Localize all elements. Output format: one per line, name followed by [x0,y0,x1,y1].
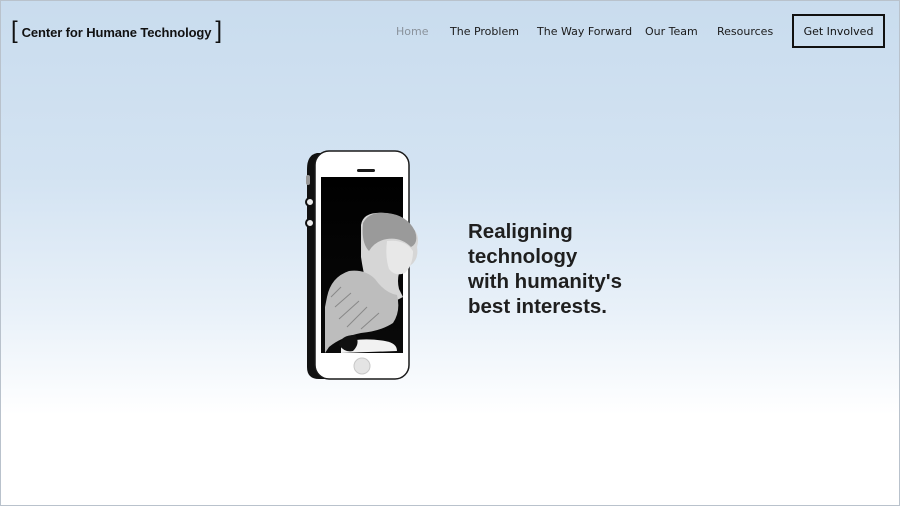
nav-our-team[interactable]: Our Team [645,25,698,38]
nav-the-way-forward[interactable]: The Way Forward [537,25,632,38]
hero-headline: Realigning technology with humanity's be… [468,220,623,318]
get-involved-button[interactable]: Get Involved [792,14,885,48]
main-nav: Home The Problem The Way Forward Our Tea… [1,25,899,41]
nav-resources[interactable]: Resources [717,25,773,38]
nav-home[interactable]: Home [396,25,428,38]
hero-phone-illustration [305,150,418,380]
nav-the-problem[interactable]: The Problem [450,25,519,38]
